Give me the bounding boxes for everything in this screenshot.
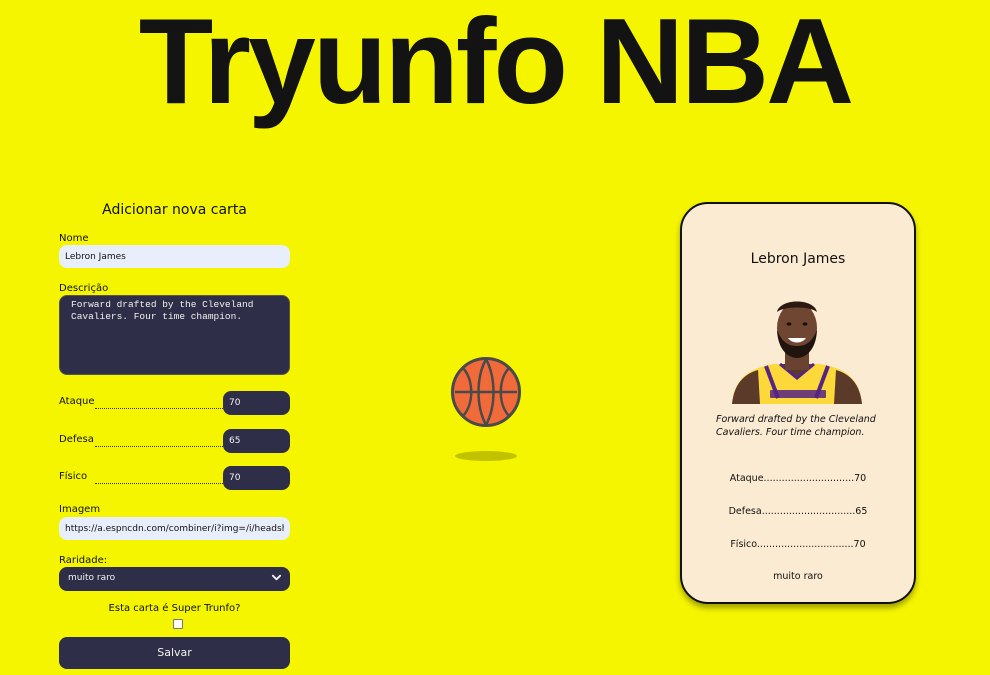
physical-row: Físico <box>59 466 290 491</box>
attack-dots <box>95 396 223 409</box>
page-title: Tryunfo NBA <box>138 0 855 129</box>
rarity-selected-value: muito raro <box>68 573 116 583</box>
card-preview: Lebron James Forward drafted by the Clev… <box>680 202 916 604</box>
name-input[interactable] <box>59 245 290 268</box>
defense-dots <box>95 434 223 447</box>
physical-label: Físico <box>59 471 88 482</box>
description-textarea[interactable]: Forward drafted by the Cleveland Cavalie… <box>59 295 290 375</box>
physical-dots <box>95 471 223 484</box>
chevron-down-icon <box>271 574 282 581</box>
save-button[interactable]: Salvar <box>59 637 290 669</box>
rarity-label: Raridade: <box>59 555 108 566</box>
super-trunfo-label: Esta carta é Super Trunfo? <box>108 603 241 614</box>
attack-label: Ataque <box>59 396 95 407</box>
physical-input[interactable] <box>223 466 290 490</box>
defense-row: Defesa <box>59 429 290 454</box>
card-attack: Ataque..............................70 <box>729 473 867 484</box>
form-heading: Adicionar nova carta <box>102 202 247 218</box>
image-label: Imagem <box>59 504 101 515</box>
ball-shadow <box>455 451 517 461</box>
defense-label: Defesa <box>59 434 94 445</box>
basketball-icon <box>451 357 521 427</box>
description-label: Descrição <box>59 283 109 294</box>
card-player-image <box>730 294 864 404</box>
card-rarity: muito raro <box>773 571 823 582</box>
defense-input[interactable] <box>223 429 290 453</box>
card-physical: Físico................................70 <box>730 539 866 550</box>
card-name: Lebron James <box>750 251 846 267</box>
rarity-select[interactable]: muito raro <box>59 567 290 591</box>
card-description: Forward drafted by the Cleveland Cavalie… <box>716 414 876 438</box>
image-url-input[interactable] <box>59 517 290 540</box>
attack-input[interactable] <box>223 391 290 415</box>
name-label: Nome <box>59 233 89 244</box>
super-trunfo-checkbox[interactable] <box>173 619 183 629</box>
attack-row: Ataque <box>59 391 290 416</box>
card-defense: Defesa...............................65 <box>728 506 868 517</box>
player-photo <box>732 301 862 404</box>
